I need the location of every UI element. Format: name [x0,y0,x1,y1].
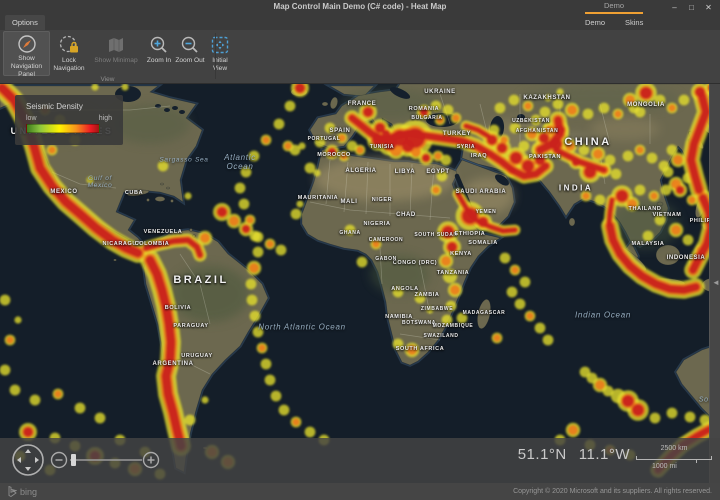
zoom-slider[interactable] [50,451,160,469]
lock-navigation-button[interactable]: Lock Navigation [50,31,88,76]
scale-mi-label: 1000 mi [634,463,695,470]
minimize-button[interactable]: – [666,1,683,14]
bing-logo[interactable]: bing [8,486,37,497]
compass-lock-icon [59,34,79,56]
initial-view-button[interactable]: Initial View [206,31,234,76]
maximize-button[interactable]: □ [683,1,700,14]
panel-expand-chevron-icon[interactable]: ◄ [712,278,720,287]
ribbon-group-separator [215,33,216,79]
zoom-out-icon [180,34,200,56]
scale-km-label: 2500 km [634,445,714,452]
zoom-in-button[interactable]: Zoom In [144,31,174,76]
pan-right-arrow [35,457,39,463]
tab-options[interactable]: Options [5,15,45,30]
map-canvas[interactable]: UNITED STATESMEXICOCUBANICARAGUAVENEZUEL… [0,84,720,483]
bing-b-icon [8,486,17,497]
status-bar: bing Copyright © 2020 Microsoft and its … [0,483,720,500]
legend-gradient-bar [26,124,100,133]
pan-up-arrow [25,449,31,453]
tab-demo[interactable]: Demo [582,15,608,30]
pan-down-arrow [25,467,31,471]
show-navigation-panel-button[interactable]: Show Navigation Panel [3,31,50,76]
pan-control[interactable] [11,443,45,477]
legend-title: Seismic Density [26,102,112,111]
compass-icon [17,34,37,54]
legend-low-label: low [26,115,37,122]
app-window: Map Control Main Demo (C# code) - Heat M… [0,0,720,500]
minimap-icon [106,34,126,56]
window-controls: – □ ✕ [666,1,717,14]
cursor-coordinates: 51.1°N 11.1°W [518,446,630,463]
scale-line [636,456,712,460]
initial-view-icon [210,34,230,56]
title-bar: Map Control Main Demo (C# code) - Heat M… [0,0,720,30]
zoom-out-button[interactable]: Zoom Out [174,31,206,76]
seismic-legend: Seismic Density low high [15,95,123,145]
zoom-slider-thumb [71,454,76,466]
ribbon-group-label: View [0,76,215,83]
zoom-in-icon [149,34,169,56]
copyright-text: Copyright © 2020 Microsoft and its suppl… [513,488,712,495]
ribbon: Show Navigation Panel Lock Navigation Sh… [0,30,720,84]
map-navigation-overlay: 51.1°N 11.1°W 2500 km 1000 mi [0,438,720,483]
latitude-value: 51.1°N [518,446,567,463]
ribbon-view-group: Show Navigation Panel Lock Navigation Sh… [3,31,234,76]
tab-skins[interactable]: Skins [622,15,646,30]
pan-left-arrow [17,457,21,463]
scale-bar: 2500 km 1000 mi [634,442,714,474]
page-tabs: Demo Skins [582,15,646,30]
ribbon-category-demo: Demo [585,1,643,14]
legend-high-label: high [99,115,112,122]
close-button[interactable]: ✕ [700,1,717,14]
collapsed-options-panel[interactable]: ◄ [709,84,720,483]
longitude-value: 11.1°W [579,446,630,463]
scale-mi-tick [696,459,697,463]
show-minimap-button[interactable]: Show Minimap [88,31,144,76]
